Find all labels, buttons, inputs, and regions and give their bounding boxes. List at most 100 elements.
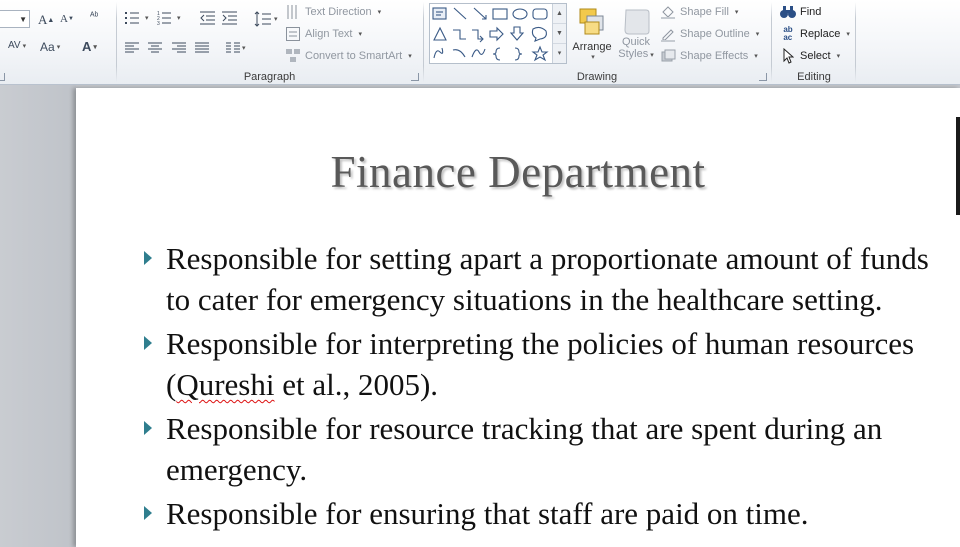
clear-formatting-icon[interactable]: ᴬᵇ	[90, 11, 98, 22]
bullet-item[interactable]: Responsible for ensuring that staff are …	[144, 493, 944, 534]
binoculars-icon	[780, 4, 796, 20]
font-color-icon[interactable]: A ▾	[82, 39, 97, 54]
justify-icon[interactable]	[195, 42, 209, 54]
replace-icon: ab ac	[783, 25, 793, 42]
bullet-arrow-icon	[144, 421, 152, 435]
align-right-icon[interactable]	[172, 42, 186, 54]
shrink-font-icon[interactable]: A ▼	[60, 13, 74, 25]
find-button[interactable]: Find	[780, 4, 821, 20]
quick-styles-label-2: Styles ▾	[618, 48, 654, 60]
star-shape-icon[interactable]	[531, 45, 549, 62]
bullet-text: Responsible for interpreting the policie…	[166, 326, 915, 402]
oval-shape-icon[interactable]	[512, 8, 528, 20]
shape-effects-icon	[660, 48, 676, 64]
slide-canvas[interactable]: Finance Department Responsible for setti…	[76, 88, 960, 547]
bullet-item[interactable]: Responsible for resource tracking that a…	[144, 408, 944, 490]
more-shapes-icon[interactable]: ▾	[553, 44, 566, 63]
replace-button[interactable]: ab ac Replace ▾	[780, 26, 850, 42]
down-arrow-shape-icon[interactable]	[509, 26, 525, 41]
paint-bucket-icon	[660, 4, 676, 20]
callout-shape-icon[interactable]	[531, 26, 547, 42]
line-shape-icon[interactable]	[453, 7, 467, 20]
quick-styles-label-1: Quick	[621, 36, 651, 48]
font-dialog-launcher[interactable]	[0, 73, 5, 81]
shape-fill-button[interactable]: Shape Fill ▾	[660, 4, 738, 20]
arc-shape-icon[interactable]	[452, 49, 466, 58]
line-spacing-icon[interactable]: ▾	[254, 11, 278, 27]
text-direction-icon	[285, 4, 301, 20]
bullet-arrow-icon	[144, 251, 152, 265]
editing-group: Find ab ac Replace ▾ Select ▾ Editing	[772, 0, 856, 84]
bullet-text: Responsible for setting apart a proporti…	[166, 241, 929, 317]
shapes-gallery[interactable]: ▲ ▼ ▾	[429, 3, 567, 64]
group-separator	[855, 2, 856, 82]
align-left-icon[interactable]	[125, 42, 139, 54]
triangle-shape-icon[interactable]	[433, 26, 447, 41]
quick-styles-icon	[624, 9, 650, 35]
ribbon: ▼ A▲ A▼ ᴬᵇ AV▾ Aa▾ A▾ ▾ 123▾ ▾ ▾	[0, 0, 960, 85]
bullet-arrow-icon	[144, 336, 152, 350]
increase-indent-icon[interactable]	[222, 11, 238, 25]
bullet-list[interactable]: Responsible for setting apart a proporti…	[144, 238, 944, 537]
arrow-shape-icon[interactable]	[473, 7, 487, 20]
svg-text:3: 3	[157, 21, 160, 25]
bullet-item[interactable]: Responsible for interpreting the policie…	[144, 323, 944, 405]
quick-styles-button[interactable]: Quick Styles ▾	[614, 3, 658, 65]
font-size-input[interactable]: ▼	[0, 10, 30, 28]
drawing-dialog-launcher[interactable]	[759, 73, 767, 81]
rectangle-shape-icon[interactable]	[492, 8, 508, 20]
elbow-arrow-shape-icon[interactable]	[472, 29, 484, 43]
find-label: Find	[800, 6, 822, 18]
decrease-indent-icon[interactable]	[200, 11, 216, 25]
chevron-down-icon[interactable]: ▼	[19, 15, 27, 24]
editing-group-label: Editing	[797, 71, 831, 83]
elbow-connector-shape-icon[interactable]	[453, 29, 466, 40]
font-group: ▼ A ▲ A ▼ ᴬᵇ AV ▾ Aa ▾ A ▾	[0, 0, 116, 84]
text-direction-button[interactable]: Text Direction ▾	[285, 4, 381, 20]
bullet-item[interactable]: Responsible for setting apart a proporti…	[144, 238, 944, 320]
align-text-button[interactable]: Align Text ▾	[285, 26, 362, 42]
scroll-down-icon[interactable]: ▼	[553, 24, 566, 44]
slide-pane-gutter	[0, 85, 76, 547]
scroll-up-icon[interactable]: ▲	[553, 4, 566, 24]
change-case-icon[interactable]: Aa ▾	[40, 40, 60, 54]
shape-effects-button[interactable]: Shape Effects ▾	[660, 48, 758, 64]
align-text-label: Align Text	[305, 28, 353, 40]
vertical-scrollbar-thumb[interactable]	[956, 117, 960, 215]
convert-smartart-button[interactable]: Convert to SmartArt ▾	[285, 48, 412, 64]
shape-fill-label: Shape Fill	[680, 6, 729, 18]
shape-effects-label: Shape Effects	[680, 50, 749, 62]
replace-label: Replace	[800, 28, 841, 40]
bullets-icon[interactable]: ▾	[125, 11, 149, 25]
spelling-error-word[interactable]: Qureshi	[176, 367, 274, 402]
curve-shape-icon[interactable]	[471, 48, 486, 58]
right-brace-shape-icon[interactable]	[514, 47, 523, 61]
bullet-text: Responsible for ensuring that staff are …	[166, 496, 809, 531]
pencil-icon	[660, 26, 676, 42]
rounded-rectangle-shape-icon[interactable]	[532, 8, 548, 20]
numbering-icon[interactable]: 1 2 3 ▾	[157, 11, 181, 25]
align-center-icon[interactable]	[148, 42, 162, 54]
bullet-arrow-icon	[144, 506, 152, 520]
columns-icon[interactable]: ▾	[226, 42, 246, 54]
character-spacing-icon[interactable]: AV ▾	[8, 40, 26, 51]
freeform-shape-icon[interactable]	[433, 47, 444, 59]
shape-outline-button[interactable]: Shape Outline ▾	[660, 26, 759, 42]
paragraph-dialog-launcher[interactable]	[411, 73, 419, 81]
arrange-icon	[579, 8, 604, 35]
arrange-button[interactable]: Arrange ▾	[570, 3, 614, 65]
slide-title[interactable]: Finance Department	[76, 146, 960, 198]
select-button[interactable]: Select ▾	[780, 48, 840, 64]
left-brace-shape-icon[interactable]	[492, 47, 501, 61]
arrange-label: Arrange	[572, 41, 612, 53]
cursor-arrow-icon	[780, 48, 796, 64]
textbox-shape-icon[interactable]	[432, 7, 447, 20]
shapes-gallery-scroll[interactable]: ▲ ▼ ▾	[552, 4, 566, 63]
grow-font-icon[interactable]: A ▲	[38, 12, 54, 28]
shape-outline-label: Shape Outline	[680, 28, 750, 40]
smartart-icon	[285, 48, 301, 64]
right-arrow-shape-icon[interactable]	[489, 26, 504, 42]
select-label: Select	[800, 50, 831, 62]
drawing-group-label: Drawing	[576, 71, 618, 83]
align-text-icon	[285, 26, 301, 42]
